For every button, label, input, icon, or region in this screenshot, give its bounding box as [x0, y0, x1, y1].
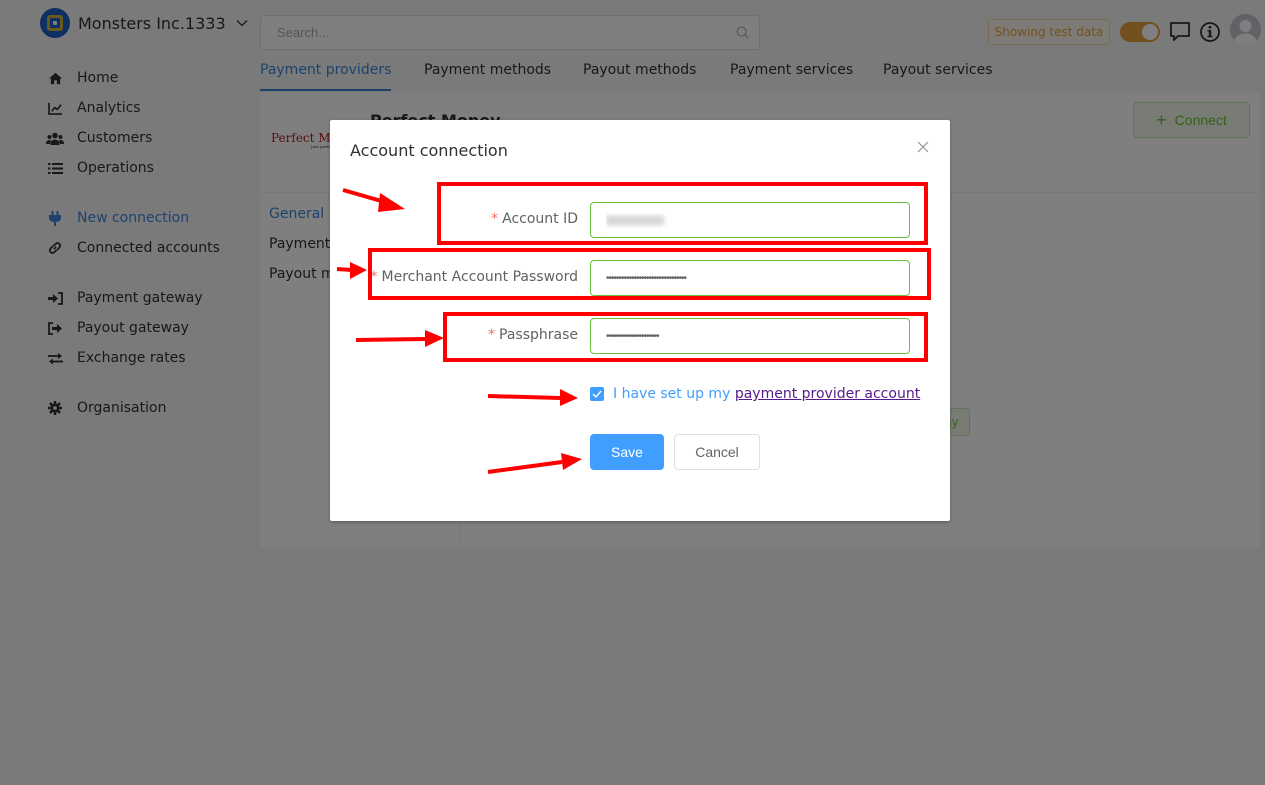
- provider-account-confirm: I have set up my payment provider accoun…: [590, 386, 920, 402]
- confirm-text: I have set up my: [613, 386, 735, 402]
- provider-account-link[interactable]: payment provider account: [735, 386, 920, 402]
- dialog-title: Account connection: [350, 141, 508, 160]
- save-button[interactable]: Save: [590, 434, 664, 470]
- account-id-input[interactable]: [590, 202, 910, 238]
- account-connection-dialog: Account connection *Account ID *Merchant…: [330, 120, 950, 521]
- account-id-label: * Account ID: [491, 211, 578, 227]
- merchant-password-label: * Merchant Account Password: [370, 269, 578, 285]
- passphrase-label: * Passphrase: [488, 327, 578, 343]
- merchant-password-row: * Merchant Account Password: [330, 260, 950, 296]
- merchant-password-input[interactable]: [590, 260, 910, 296]
- passphrase-row: * Passphrase: [330, 318, 950, 354]
- close-icon[interactable]: [916, 140, 930, 154]
- check-icon: [592, 390, 602, 398]
- account-id-row: * Account ID: [330, 202, 950, 238]
- passphrase-input[interactable]: [590, 318, 910, 354]
- cancel-button[interactable]: Cancel: [674, 434, 760, 470]
- confirm-checkbox[interactable]: [590, 387, 604, 401]
